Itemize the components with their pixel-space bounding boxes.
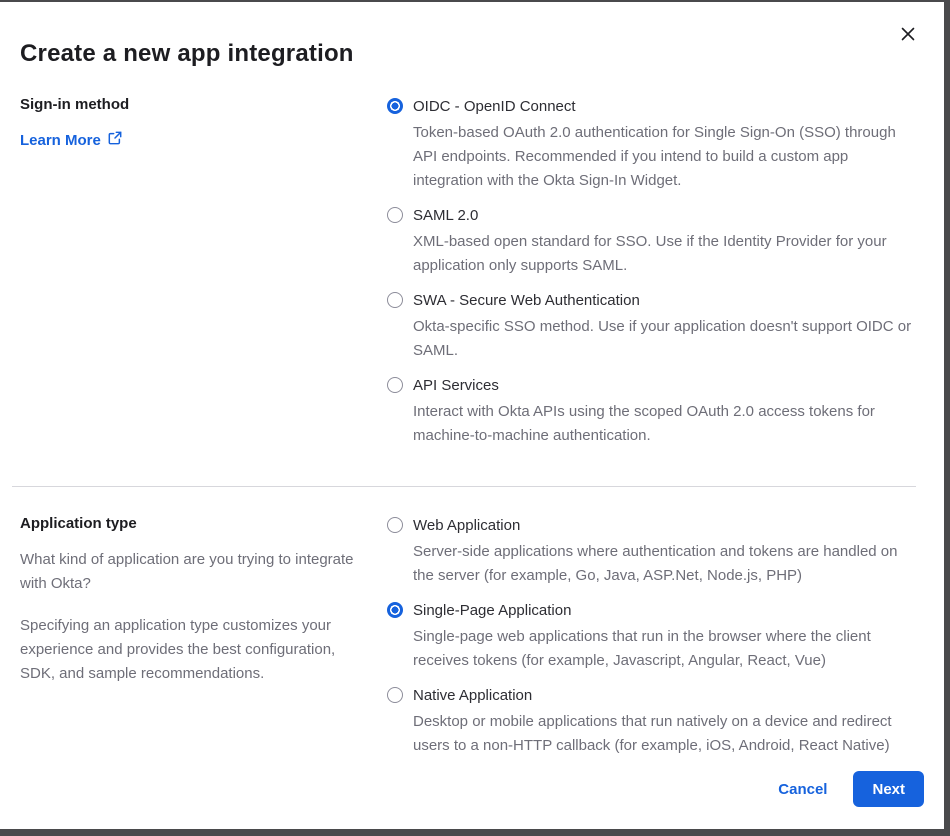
option-description: Interact with Okta APIs using the scoped… bbox=[413, 400, 920, 448]
radio-unselected-icon[interactable] bbox=[387, 687, 403, 703]
option-label: API Services bbox=[413, 377, 499, 394]
learn-more-label: Learn More bbox=[20, 132, 101, 149]
option-label: SWA - Secure Web Authentication bbox=[413, 292, 640, 309]
signin-option-swa[interactable]: SWA - Secure Web Authentication Okta-spe… bbox=[387, 290, 920, 363]
radio-selected-icon[interactable] bbox=[387, 602, 403, 618]
signin-option-oidc[interactable]: OIDC - OpenID Connect Token-based OAuth … bbox=[387, 96, 920, 193]
option-description: Single-page web applications that run in… bbox=[413, 625, 920, 673]
option-label: Native Application bbox=[413, 687, 532, 704]
application-type-help-text: Specifying an application type customize… bbox=[20, 614, 357, 686]
application-type-label: Application type bbox=[20, 515, 357, 532]
option-description: Server-side applications where authentic… bbox=[413, 540, 920, 588]
option-label: SAML 2.0 bbox=[413, 207, 478, 224]
sign-in-method-label: Sign-in method bbox=[20, 96, 357, 113]
signin-option-saml[interactable]: SAML 2.0 XML-based open standard for SSO… bbox=[387, 205, 920, 278]
close-icon bbox=[900, 26, 916, 42]
option-description: Token-based OAuth 2.0 authentication for… bbox=[413, 121, 920, 193]
application-type-section: Application type What kind of applicatio… bbox=[0, 515, 944, 770]
close-button[interactable] bbox=[896, 22, 920, 46]
option-description: Okta-specific SSO method. Use if your ap… bbox=[413, 315, 920, 363]
option-description: Desktop or mobile applications that run … bbox=[413, 710, 920, 758]
radio-selected-icon[interactable] bbox=[387, 98, 403, 114]
dialog-title: Create a new app integration bbox=[20, 40, 920, 68]
sign-in-method-section: Sign-in method Learn More OIDC - OpenID … bbox=[0, 96, 944, 460]
application-type-help-text: What kind of application are you trying … bbox=[20, 548, 357, 596]
option-label: OIDC - OpenID Connect bbox=[413, 98, 576, 115]
option-label: Single-Page Application bbox=[413, 602, 571, 619]
create-app-integration-dialog: Create a new app integration Sign-in met… bbox=[0, 2, 944, 829]
apptype-option-web[interactable]: Web Application Server-side applications… bbox=[387, 515, 920, 588]
radio-unselected-icon[interactable] bbox=[387, 292, 403, 308]
radio-unselected-icon[interactable] bbox=[387, 207, 403, 223]
section-divider bbox=[12, 486, 916, 487]
option-description: XML-based open standard for SSO. Use if … bbox=[413, 230, 920, 278]
apptype-option-spa[interactable]: Single-Page Application Single-page web … bbox=[387, 600, 920, 673]
signin-option-api-services[interactable]: API Services Interact with Okta APIs usi… bbox=[387, 375, 920, 448]
next-button[interactable]: Next bbox=[853, 771, 924, 807]
learn-more-link[interactable]: Learn More bbox=[20, 131, 122, 149]
external-link-icon bbox=[108, 131, 122, 149]
radio-unselected-icon[interactable] bbox=[387, 377, 403, 393]
cancel-button[interactable]: Cancel bbox=[778, 781, 827, 798]
apptype-option-native[interactable]: Native Application Desktop or mobile app… bbox=[387, 685, 920, 758]
dialog-footer: Cancel Next bbox=[778, 771, 924, 807]
radio-unselected-icon[interactable] bbox=[387, 517, 403, 533]
option-label: Web Application bbox=[413, 517, 520, 534]
